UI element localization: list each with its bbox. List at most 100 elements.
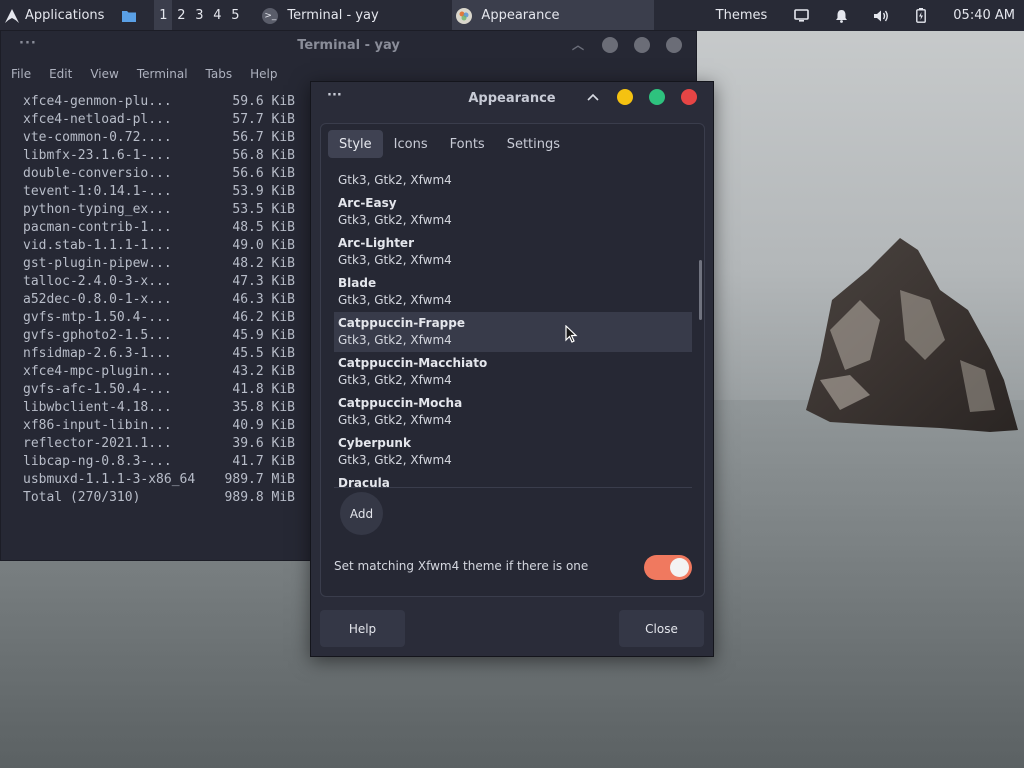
- package-name: libcap-ng-0.8.3-...: [23, 454, 172, 469]
- theme-components: Gtk3, Gtk2, Xfwm4: [338, 413, 452, 427]
- applications-menu-button[interactable]: Applications: [0, 0, 114, 31]
- package-size: 57.7 KiB: [232, 112, 295, 127]
- theme-item[interactable]: Arc-Lighter Gtk3, Gtk2, Xfwm4: [334, 232, 692, 272]
- package-name: Total (270/310): [23, 490, 141, 505]
- folder-icon: [122, 10, 137, 22]
- terminal-icon: >_: [262, 7, 279, 24]
- close-button[interactable]: Close: [619, 610, 704, 647]
- clock[interactable]: 05:40 AM: [941, 8, 1024, 23]
- terminal-title: Terminal - yay: [297, 37, 400, 53]
- package-size: 989.7 MiB: [224, 472, 295, 487]
- menu-edit[interactable]: Edit: [49, 67, 72, 81]
- package-size: 47.3 KiB: [232, 274, 295, 289]
- package-name: xfce4-genmon-plu...: [23, 94, 172, 109]
- terminal-minimize-button[interactable]: [602, 36, 618, 53]
- workspace-5[interactable]: 5: [226, 0, 244, 31]
- theme-name: Catppuccin-Macchiato: [338, 356, 488, 370]
- theme-name: Catppuccin-Frappe: [338, 316, 465, 330]
- package-name: pacman-contrib-1...: [23, 220, 172, 235]
- workspace-2[interactable]: 2: [172, 0, 190, 31]
- mouse-cursor-icon: [565, 325, 578, 343]
- theme-name: Dracula: [338, 476, 390, 488]
- arch-logo-icon: [5, 8, 19, 23]
- window-menu-icon[interactable]: ···: [327, 88, 342, 103]
- tab-fonts[interactable]: Fonts: [439, 130, 496, 158]
- matching-xfwm4-row: Set matching Xfwm4 theme if there is one: [334, 554, 694, 580]
- menu-tabs[interactable]: Tabs: [206, 67, 233, 81]
- package-size: 59.6 KiB: [232, 94, 295, 109]
- package-size: 56.8 KiB: [232, 148, 295, 163]
- theme-item[interactable]: Arc-Easy Gtk3, Gtk2, Xfwm4: [334, 192, 692, 232]
- panel-tray: Themes 05:40 AM: [716, 0, 1024, 31]
- toggle-knob: [670, 558, 689, 577]
- tab-style[interactable]: Style: [328, 130, 383, 158]
- minimize-button[interactable]: [617, 89, 633, 105]
- appearance-notebook: Style Icons Fonts Settings Gtk3, Gtk2, X…: [320, 123, 705, 597]
- theme-name: Cyberpunk: [338, 436, 411, 450]
- package-name: nfsidmap-2.6.3-1...: [23, 346, 172, 361]
- volume-icon: [873, 10, 888, 21]
- close-window-button[interactable]: [681, 89, 697, 105]
- theme-item[interactable]: Gtk3, Gtk2, Xfwm4: [334, 172, 692, 192]
- terminal-titlebar[interactable]: ··· Terminal - yay ︿: [1, 31, 696, 59]
- window-menu-icon[interactable]: ···: [19, 36, 37, 51]
- workspace-4[interactable]: 4: [208, 0, 226, 31]
- matching-xfwm4-toggle[interactable]: [644, 555, 692, 580]
- package-size: 39.6 KiB: [232, 436, 295, 451]
- menu-view[interactable]: View: [90, 67, 118, 81]
- theme-item[interactable]: Dracula: [334, 472, 692, 488]
- theme-name: Catppuccin-Mocha: [338, 396, 463, 410]
- display-tray[interactable]: [781, 0, 821, 31]
- menu-file[interactable]: File: [11, 67, 31, 81]
- package-name: double-conversio...: [23, 166, 172, 181]
- menu-terminal[interactable]: Terminal: [137, 67, 188, 81]
- theme-components: Gtk3, Gtk2, Xfwm4: [338, 333, 452, 347]
- terminal-close-button[interactable]: [666, 36, 682, 53]
- menu-help[interactable]: Help: [250, 67, 277, 81]
- theme-item[interactable]: Catppuccin-Macchiato Gtk3, Gtk2, Xfwm4: [334, 352, 692, 392]
- taskbar-terminal[interactable]: >_ Terminal - yay: [258, 0, 448, 31]
- package-size: 43.2 KiB: [232, 364, 295, 379]
- package-name: libmfx-23.1.6-1-...: [23, 148, 172, 163]
- appearance-dialog: ··· Appearance Style Icons Fonts Setting…: [310, 81, 714, 657]
- chevron-up-icon[interactable]: [585, 89, 601, 105]
- package-name: gst-plugin-pipew...: [23, 256, 172, 271]
- package-size: 40.9 KiB: [232, 418, 295, 433]
- theme-item[interactable]: Cyberpunk Gtk3, Gtk2, Xfwm4: [334, 432, 692, 472]
- theme-item[interactable]: Blade Gtk3, Gtk2, Xfwm4: [334, 272, 692, 312]
- volume-tray[interactable]: [861, 0, 901, 31]
- workspace-1[interactable]: 1: [154, 0, 173, 31]
- package-size: 49.0 KiB: [232, 238, 295, 253]
- theme-components: Gtk3, Gtk2, Xfwm4: [338, 173, 452, 187]
- theme-item[interactable]: Catppuccin-Mocha Gtk3, Gtk2, Xfwm4: [334, 392, 692, 432]
- appearance-title: Appearance: [468, 90, 556, 106]
- add-theme-button[interactable]: Add: [340, 492, 383, 535]
- theme-item[interactable]: Catppuccin-Frappe Gtk3, Gtk2, Xfwm4: [334, 312, 692, 352]
- theme-name: Arc-Lighter: [338, 236, 414, 250]
- maximize-button[interactable]: [649, 89, 665, 105]
- package-size: 41.7 KiB: [232, 454, 295, 469]
- terminal-maximize-button[interactable]: [634, 36, 650, 53]
- tab-settings[interactable]: Settings: [496, 130, 571, 158]
- chevron-up-icon[interactable]: ︿: [570, 36, 586, 53]
- theme-list[interactable]: Gtk3, Gtk2, Xfwm4 Arc-Easy Gtk3, Gtk2, Xfw…: [334, 172, 692, 488]
- taskbar-appearance[interactable]: Appearance: [452, 0, 655, 31]
- power-tray[interactable]: [901, 0, 941, 31]
- package-name: vte-common-0.72....: [23, 130, 172, 145]
- notifications-tray[interactable]: [821, 0, 861, 31]
- package-name: tevent-1:0.14.1-...: [23, 184, 172, 199]
- tab-icons[interactable]: Icons: [383, 130, 439, 158]
- package-name: xfce4-mpc-plugin...: [23, 364, 172, 379]
- appearance-titlebar[interactable]: ··· Appearance: [311, 82, 713, 114]
- applications-label: Applications: [25, 8, 105, 23]
- theme-list-scrollbar[interactable]: [699, 260, 702, 320]
- help-button[interactable]: Help: [320, 610, 405, 647]
- package-name: xfce4-netload-pl...: [23, 112, 172, 127]
- file-manager-launcher[interactable]: [118, 0, 140, 31]
- theme-components: Gtk3, Gtk2, Xfwm4: [338, 253, 452, 267]
- workspace-3[interactable]: 3: [190, 0, 208, 31]
- theme-components: Gtk3, Gtk2, Xfwm4: [338, 213, 452, 227]
- themes-button[interactable]: Themes: [716, 8, 782, 23]
- package-name: a52dec-0.8.0-1-x...: [23, 292, 172, 307]
- taskbar-appearance-label: Appearance: [481, 8, 560, 23]
